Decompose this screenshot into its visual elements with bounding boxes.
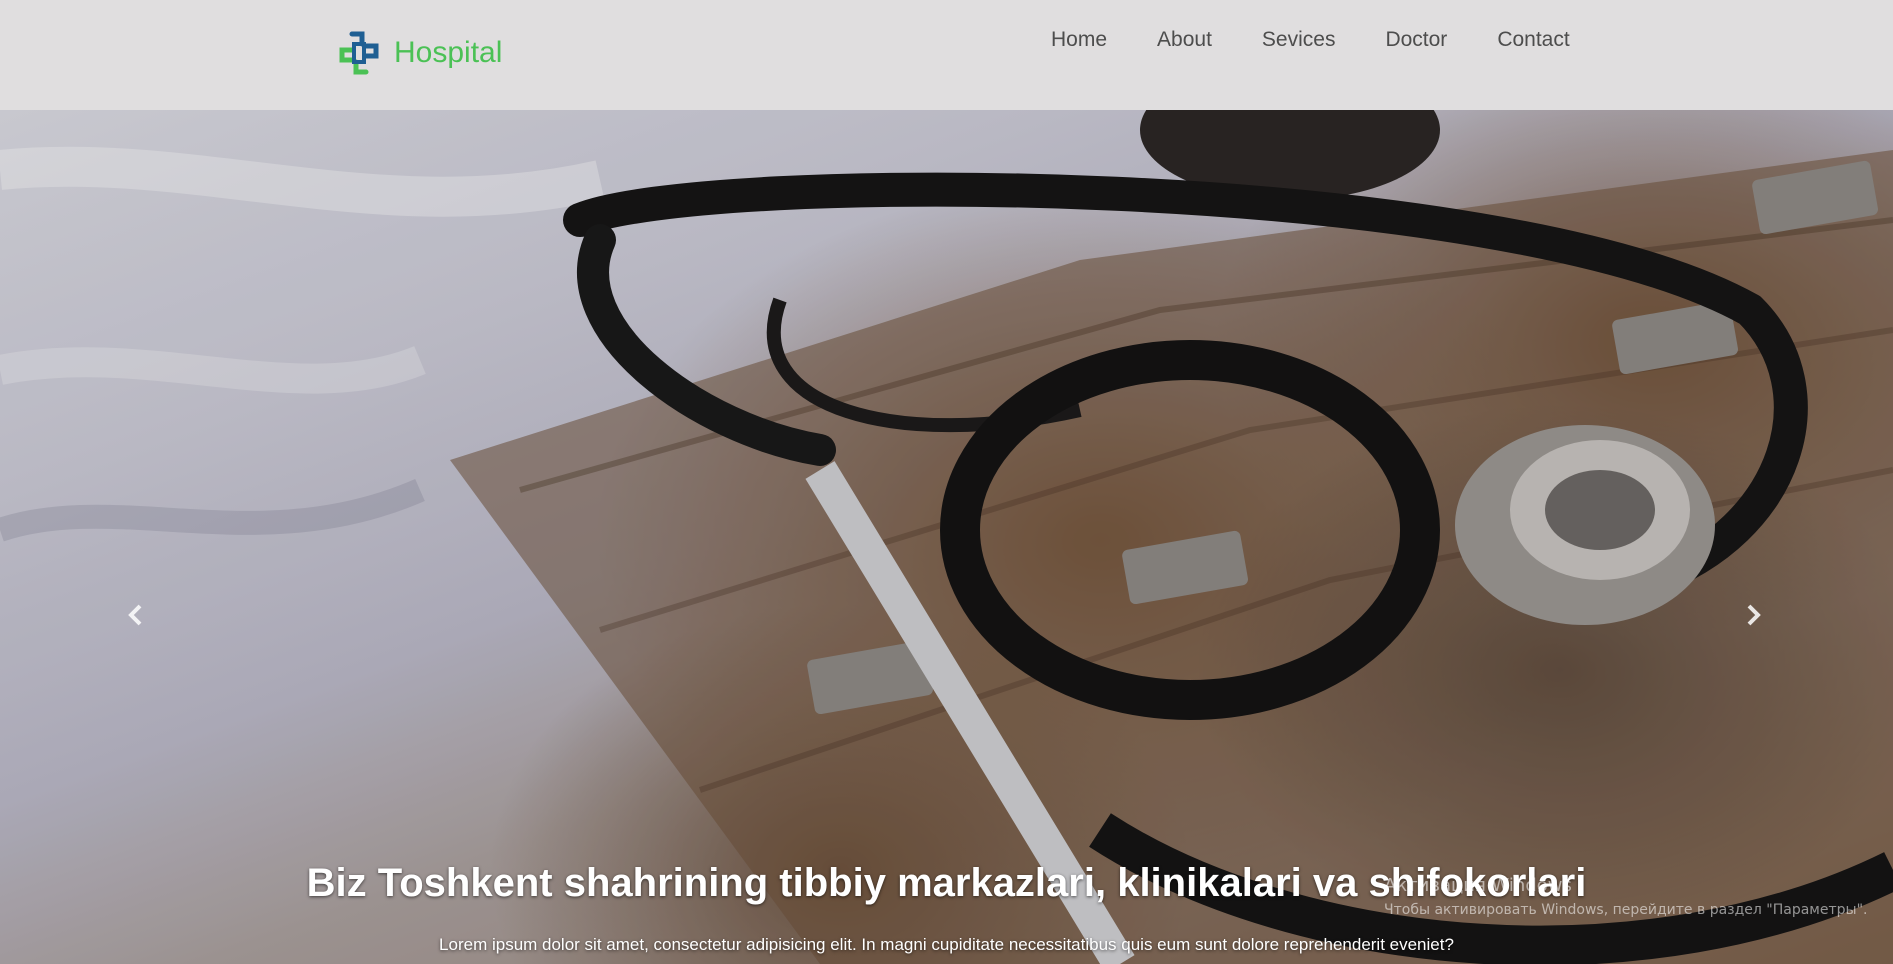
brand-name: Hospital — [394, 36, 503, 69]
carousel-next-button[interactable] — [1733, 580, 1773, 650]
brand-link[interactable]: Hospital — [336, 30, 502, 76]
hero-carousel: Biz Toshkent shahrining tibbiy markazlar… — [0, 110, 1893, 964]
nav-home[interactable]: Home — [1051, 26, 1107, 54]
watermark-text: Чтобы активировать Windows, перейдите в … — [1384, 902, 1868, 918]
windows-activation-watermark: Активация Windows Чтобы активировать Win… — [1384, 874, 1867, 919]
slide-text: Lorem ipsum dolor sit amet, consectetur … — [439, 935, 1454, 954]
nav-services[interactable]: Sevices — [1262, 26, 1336, 54]
watermark-title: Активация Windows — [1384, 875, 1572, 896]
medical-cross-logo-icon — [339, 31, 379, 75]
top-navbar: Hospital Home About Sevices Doctor Conta… — [0, 0, 1893, 110]
nav-about[interactable]: About — [1157, 26, 1212, 54]
chevron-right-icon — [1747, 604, 1761, 626]
chevron-left-icon — [128, 604, 142, 626]
nav-doctor[interactable]: Doctor — [1385, 26, 1447, 54]
nav-contact[interactable]: Contact — [1497, 26, 1569, 54]
main-nav: Home About Sevices Doctor Contact — [1051, 26, 1570, 54]
carousel-prev-button[interactable] — [116, 580, 156, 650]
